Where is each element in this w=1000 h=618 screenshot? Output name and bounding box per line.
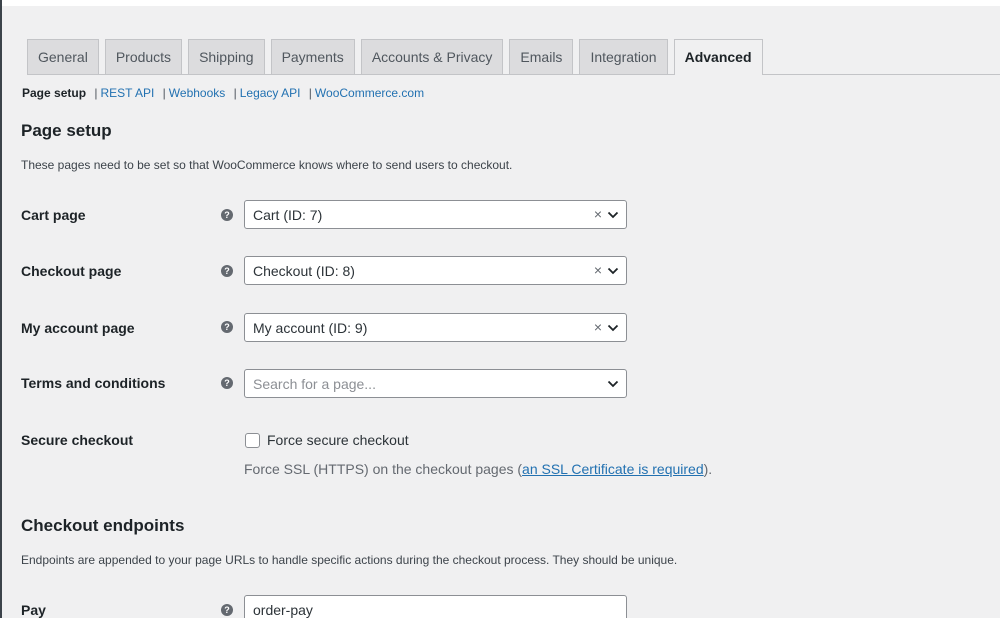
top-strip: [2, 0, 1000, 6]
terms-page-placeholder: Search for a page...: [253, 376, 376, 392]
subnav-webhooks[interactable]: Webhooks: [169, 86, 225, 100]
pay-endpoint-value: order-pay: [253, 602, 313, 618]
chevron-down-icon[interactable]: [607, 379, 619, 389]
subnav-legacy-api[interactable]: Legacy API: [240, 86, 301, 100]
secure-checkout-label: Secure checkout: [21, 432, 134, 448]
checkout-page-label: Checkout page: [21, 263, 122, 279]
my-account-page-value: My account (ID: 9): [253, 320, 368, 336]
cart-page-label: Cart page: [21, 207, 86, 223]
force-secure-checkout-label[interactable]: Force secure checkout: [267, 432, 409, 448]
tab-general[interactable]: General: [27, 39, 99, 74]
checkout-endpoints-title: Checkout endpoints: [21, 516, 185, 535]
admin-left-edge: [0, 0, 2, 618]
checkout-endpoints-description: Endpoints are appended to your page URLs…: [21, 553, 678, 567]
ssl-desc-suffix: ).: [703, 461, 713, 477]
tab-products[interactable]: Products: [104, 39, 183, 74]
subnav-separator: |: [233, 86, 237, 100]
clear-icon[interactable]: ×: [594, 319, 602, 335]
help-icon[interactable]: ?: [221, 265, 233, 277]
tab-accounts-privacy[interactable]: Accounts & Privacy: [360, 39, 504, 74]
clear-icon[interactable]: ×: [594, 206, 602, 222]
ssl-certificate-link[interactable]: an SSL Certificate is required: [522, 461, 704, 477]
chevron-down-icon[interactable]: [607, 323, 619, 333]
terms-page-label: Terms and conditions: [21, 375, 166, 391]
tab-emails[interactable]: Emails: [509, 39, 574, 74]
cart-page-value: Cart (ID: 7): [253, 207, 323, 223]
ssl-desc-prefix: Force SSL (HTTPS) on the checkout pages …: [244, 461, 523, 477]
advanced-subnav: Page setup | REST API | Webhooks | Legacy A…: [22, 86, 424, 100]
pay-endpoint-input[interactable]: order-pay: [244, 595, 627, 618]
tab-payments[interactable]: Payments: [270, 39, 355, 74]
subnav-rest-api[interactable]: REST API: [101, 86, 155, 100]
checkout-page-value: Checkout (ID: 8): [253, 263, 355, 279]
settings-tabs: General Products Shipping Payments Accou…: [27, 39, 1000, 75]
help-icon[interactable]: ?: [221, 604, 233, 616]
page-setup-description: These pages need to be set so that WooCo…: [21, 158, 513, 172]
page-setup-title: Page setup: [21, 121, 112, 140]
checkout-page-select[interactable]: Checkout (ID: 8) ×: [244, 256, 627, 285]
tab-shipping[interactable]: Shipping: [188, 39, 265, 74]
subnav-woocommerce-com[interactable]: WooCommerce.com: [315, 86, 424, 100]
subnav-separator: |: [308, 86, 312, 100]
force-secure-checkout-checkbox[interactable]: [245, 433, 260, 448]
cart-page-select[interactable]: Cart (ID: 7) ×: [244, 200, 627, 229]
pay-endpoint-label: Pay: [21, 602, 46, 618]
terms-page-select[interactable]: Search for a page...: [244, 369, 627, 398]
help-icon[interactable]: ?: [221, 321, 233, 333]
my-account-page-select[interactable]: My account (ID: 9) ×: [244, 313, 627, 342]
help-icon[interactable]: ?: [221, 209, 233, 221]
chevron-down-icon[interactable]: [607, 266, 619, 276]
tab-advanced[interactable]: Advanced: [673, 39, 763, 75]
subnav-page-setup: Page setup: [22, 86, 87, 100]
secure-checkout-description: Force SSL (HTTPS) on the checkout pages …: [244, 461, 712, 477]
subnav-separator: |: [162, 86, 166, 100]
my-account-page-label: My account page: [21, 320, 135, 336]
tab-integration[interactable]: Integration: [579, 39, 668, 74]
help-icon[interactable]: ?: [221, 377, 233, 389]
subnav-separator: |: [94, 86, 98, 100]
clear-icon[interactable]: ×: [594, 262, 602, 278]
chevron-down-icon[interactable]: [607, 210, 619, 220]
